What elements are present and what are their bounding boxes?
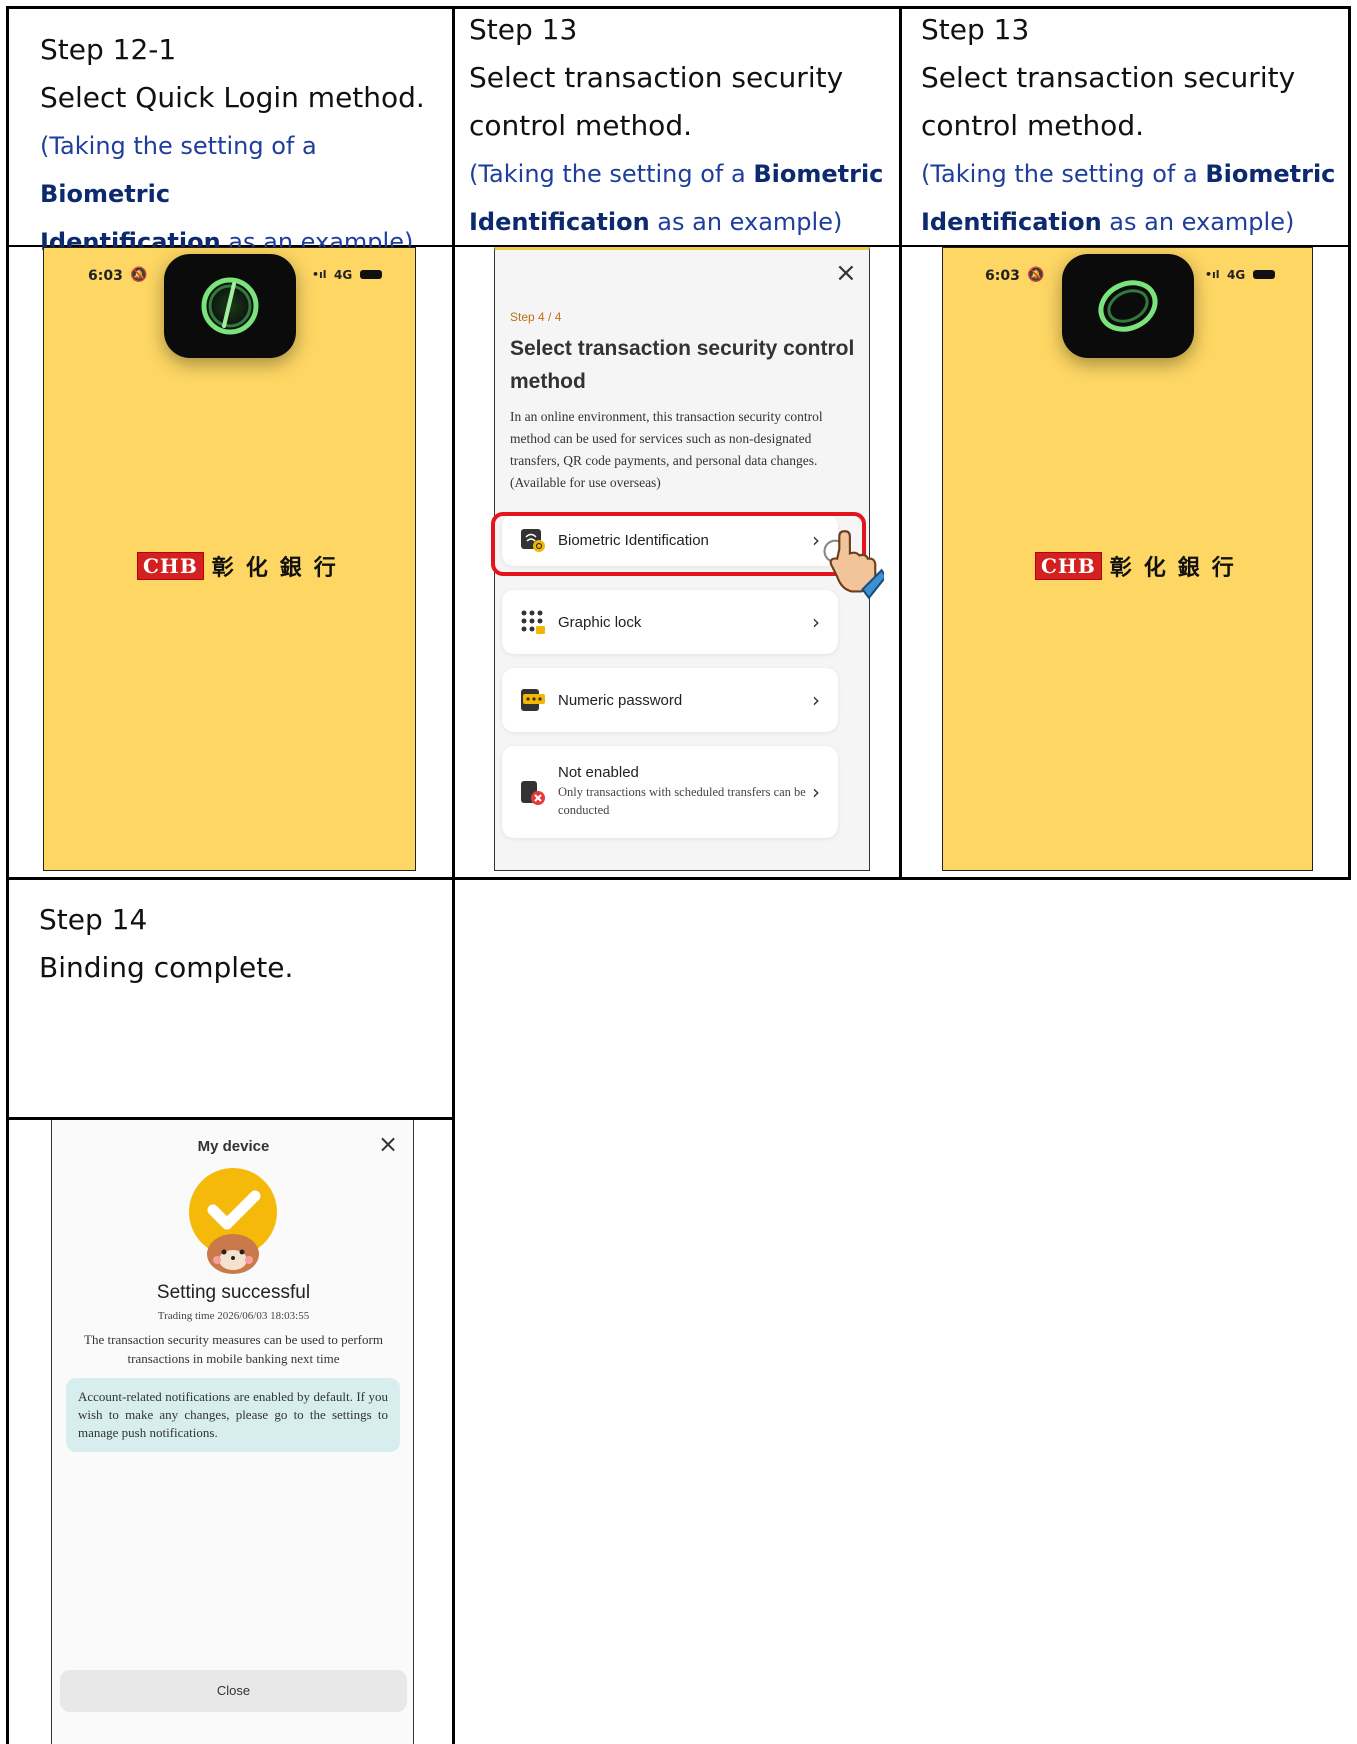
step12-title: Step 12-1 bbox=[40, 33, 177, 66]
grid-right-border bbox=[1348, 6, 1351, 880]
highlight-box bbox=[491, 512, 866, 576]
success-title: Setting successful bbox=[156, 1282, 311, 1303]
dot-grid-lock-icon bbox=[521, 610, 545, 634]
status-time: 6:03 bbox=[985, 268, 1020, 284]
signal-icon: •ıl bbox=[312, 268, 327, 281]
device-screen-title: My device bbox=[197, 1138, 270, 1155]
step13a-instruction-line1: Select transaction security bbox=[469, 61, 844, 94]
status-bell-icon: 🔕 bbox=[1027, 267, 1045, 283]
step14-title: Step 14 bbox=[39, 903, 148, 936]
disabled-icon bbox=[521, 781, 545, 805]
option-graphic-lock-label: Graphic lock bbox=[558, 613, 642, 631]
step14-instruction: Binding complete. bbox=[39, 951, 294, 984]
signal-icon: •ıl bbox=[1205, 268, 1220, 281]
password-icon bbox=[521, 689, 545, 711]
option-not-enabled-subtext: Only transactions with scheduled transfe… bbox=[558, 785, 806, 817]
option-not-enabled-label: Not enabled bbox=[558, 764, 639, 781]
chb-bank-logo: CHB 彰化銀行 bbox=[1035, 550, 1246, 582]
face-id-scan-overlay bbox=[1062, 254, 1194, 358]
close-icon[interactable]: × bbox=[378, 1130, 398, 1158]
grid-divider-col2 bbox=[899, 6, 902, 880]
page-title: Select transaction security control meth… bbox=[510, 337, 855, 393]
chb-bank-logo: CHB 彰化銀行 bbox=[137, 550, 348, 582]
chevron-right-icon: › bbox=[812, 688, 820, 712]
device-close-button[interactable]: Close bbox=[60, 1670, 407, 1712]
step-indicator: Step 4 / 4 bbox=[510, 310, 562, 324]
step13a-note-line1: (Taking the setting of a Biometric bbox=[469, 160, 884, 188]
my-device-screen: My device × Setting successful Trading t… bbox=[51, 1120, 414, 1744]
face-id-ring-icon bbox=[201, 277, 259, 335]
bank-chinese-name: 彰化銀行 bbox=[211, 555, 348, 581]
success-mascot-icon bbox=[189, 1168, 277, 1274]
option-graphic-lock[interactable]: Graphic lock › bbox=[502, 590, 838, 654]
chevron-right-icon: › bbox=[812, 610, 820, 634]
step13a-caption: Step 13 Select transaction security cont… bbox=[469, 6, 889, 246]
step13b-caption: Step 13 Select transaction security cont… bbox=[921, 6, 1341, 246]
trading-time: Trading time 2026/06/03 18:03:55 bbox=[157, 1310, 310, 1322]
step13a-note-line2: Identification as an example) bbox=[469, 208, 843, 236]
face-id-scan-overlay bbox=[164, 254, 296, 358]
splash-screen-left: 6:03 🔕 •ıl 4G CHB 彰化銀行 bbox=[43, 247, 416, 871]
chevron-right-icon: › bbox=[812, 780, 820, 804]
chb-logo-mark: CHB bbox=[137, 552, 204, 580]
step13b-instruction-line2: control method. bbox=[921, 109, 1144, 142]
step13b-note-line2: Identification as an example) bbox=[921, 208, 1295, 236]
option-numeric-password[interactable]: Numeric password › bbox=[502, 668, 838, 732]
status-time: 6:03 bbox=[88, 268, 123, 284]
option-not-enabled[interactable]: Not enabled Only transactions with sched… bbox=[502, 746, 838, 838]
step12-instruction: Select Quick Login method. bbox=[40, 81, 425, 114]
notification-notice: Account-related notifications are enable… bbox=[66, 1378, 400, 1452]
status-bell-icon: 🔕 bbox=[130, 267, 148, 283]
step13b-title: Step 13 bbox=[921, 13, 1030, 46]
grid-left-border bbox=[6, 6, 9, 1744]
page-description: In an online environment, this transacti… bbox=[510, 409, 823, 490]
step12-note-line1: (Taking the setting of a Biometric bbox=[40, 132, 317, 208]
chb-logo-mark: CHB bbox=[1035, 552, 1102, 580]
face-id-ring-icon bbox=[1098, 280, 1158, 332]
step13a-instruction-line2: control method. bbox=[469, 109, 692, 142]
step13b-note-line1: (Taking the setting of a Biometric bbox=[921, 160, 1336, 188]
grid-divider-col1 bbox=[452, 6, 455, 1744]
splash-screen-right: 6:03 🔕 •ıl 4G CHB 彰化銀行 bbox=[942, 247, 1313, 871]
close-icon[interactable]: × bbox=[835, 258, 857, 288]
step14-caption: Step 14 Binding complete. bbox=[39, 896, 439, 992]
status-network: 4G bbox=[1227, 268, 1246, 282]
grid-row2-divider bbox=[6, 877, 1351, 880]
battery-icon bbox=[1253, 270, 1275, 279]
step13a-title: Step 13 bbox=[469, 13, 578, 46]
bank-chinese-name: 彰化銀行 bbox=[1109, 555, 1246, 581]
step13b-instruction-line1: Select transaction security bbox=[921, 61, 1296, 94]
step12-caption: Step 12-1 Select Quick Login method. (Ta… bbox=[40, 26, 440, 266]
success-message: The transaction security measures can be… bbox=[84, 1332, 383, 1366]
option-numeric-password-label: Numeric password bbox=[558, 691, 683, 709]
battery-icon bbox=[360, 270, 382, 279]
status-network: 4G bbox=[334, 268, 353, 282]
